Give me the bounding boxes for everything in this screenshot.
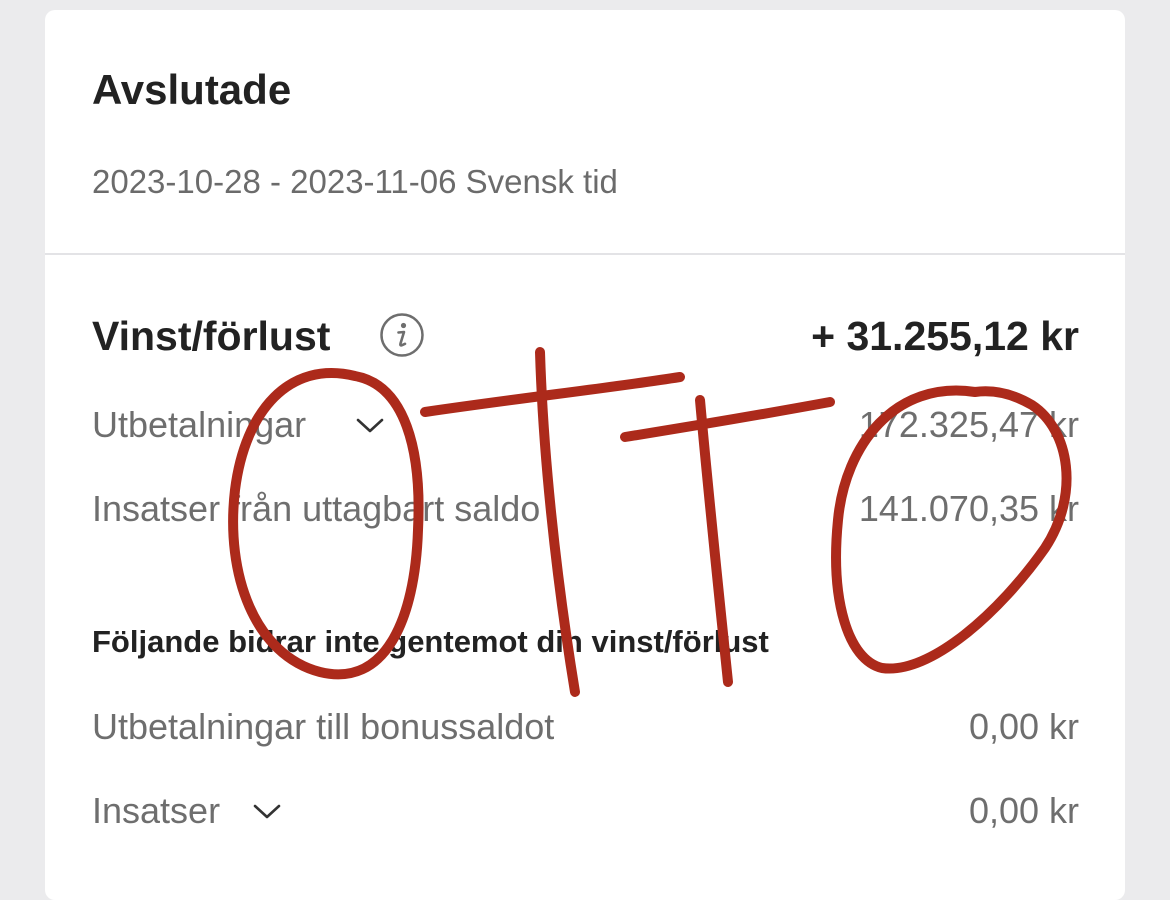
stakes-value: 0,00 kr <box>968 790 1079 831</box>
stakes-withdrawable-row: Insatser från uttagbart saldo 141.070,35… <box>92 484 1079 534</box>
card-header: Avslutade 2023-10-28 - 2023-11-06 Svensk… <box>45 10 1125 255</box>
non-contributing-heading: Följande bidrar inte gentemot din vinst/… <box>92 624 769 659</box>
bonus-payouts-row: Utbetalningar till bonussaldot 0,00 kr <box>92 702 1079 752</box>
chevron-down-icon[interactable] <box>355 410 385 440</box>
info-icon[interactable] <box>379 312 425 358</box>
bonus-payouts-label: Utbetalningar till bonussaldot <box>92 706 555 747</box>
chevron-down-icon[interactable] <box>252 796 282 826</box>
section-title: Avslutade <box>92 66 292 113</box>
bonus-payouts-value: 0,00 kr <box>968 706 1079 747</box>
date-range: 2023-10-28 - 2023-11-06 Svensk tid <box>92 163 618 200</box>
profit-loss-row: Vinst/förlust + 31.255,12 kr <box>92 311 1079 361</box>
stakes-row[interactable]: Insatser 0,00 kr <box>92 786 1079 836</box>
stakes-withdrawable-label: Insatser från uttagbart saldo <box>92 488 541 529</box>
stakes-withdrawable-value: 141.070,35 kr <box>858 488 1079 529</box>
payouts-label: Utbetalningar <box>92 404 307 445</box>
profit-loss-value: + 31.255,12 kr <box>811 313 1079 359</box>
payouts-row[interactable]: Utbetalningar 172.325,47 kr <box>92 400 1079 450</box>
payouts-value: 172.325,47 kr <box>858 404 1079 445</box>
stakes-label: Insatser <box>92 790 221 831</box>
profit-loss-label: Vinst/förlust <box>92 313 331 359</box>
summary-card: Avslutade 2023-10-28 - 2023-11-06 Svensk… <box>45 10 1125 900</box>
